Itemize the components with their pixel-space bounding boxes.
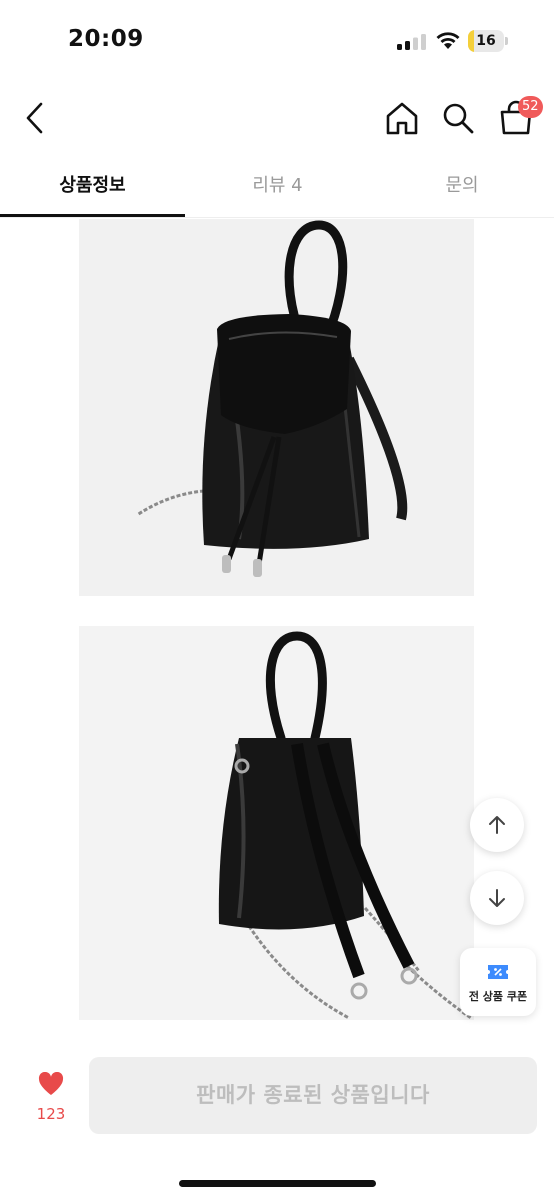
nav-header bbox=[0, 88, 554, 148]
back-button[interactable] bbox=[18, 96, 54, 140]
status-bar: 20:09 16 bbox=[0, 0, 554, 82]
like-button[interactable]: 123 bbox=[30, 1072, 72, 1128]
wifi-icon bbox=[436, 32, 460, 49]
search-icon bbox=[443, 103, 474, 134]
scroll-down-button[interactable] bbox=[470, 871, 524, 925]
scroll-up-button[interactable] bbox=[470, 798, 524, 852]
cellular-signal-icon bbox=[397, 34, 426, 50]
heart-icon bbox=[38, 1072, 64, 1095]
like-count: 123 bbox=[36, 1105, 66, 1123]
home-indicator bbox=[179, 1180, 376, 1187]
product-image-front bbox=[79, 219, 474, 596]
status-time: 20:09 bbox=[68, 26, 144, 52]
chevron-left-icon bbox=[26, 102, 43, 134]
coupon-icon bbox=[488, 965, 508, 979]
product-tabs: 상품정보 리뷰 4 문의 bbox=[0, 160, 554, 218]
home-icon bbox=[386, 102, 418, 135]
search-button[interactable] bbox=[440, 100, 476, 136]
battery-level: 16 bbox=[476, 33, 496, 49]
arrow-down-icon bbox=[489, 889, 505, 907]
coupon-label: 전 상품 쿠폰 bbox=[468, 990, 528, 1003]
tab-reviews[interactable]: 리뷰 4 bbox=[185, 160, 370, 218]
all-products-coupon-button[interactable]: 전 상품 쿠폰 bbox=[460, 948, 536, 1016]
home-button[interactable] bbox=[383, 100, 421, 138]
active-tab-indicator bbox=[0, 214, 185, 217]
cart-count-badge: 52 bbox=[518, 96, 543, 118]
arrow-up-icon bbox=[489, 816, 505, 834]
tab-inquiry[interactable]: 문의 bbox=[370, 160, 554, 218]
product-image-back bbox=[79, 626, 474, 1020]
tab-product-info[interactable]: 상품정보 bbox=[0, 160, 185, 218]
battery-indicator: 16 bbox=[468, 30, 508, 52]
sold-out-purchase-button: 판매가 종료된 상품입니다 bbox=[89, 1057, 537, 1134]
